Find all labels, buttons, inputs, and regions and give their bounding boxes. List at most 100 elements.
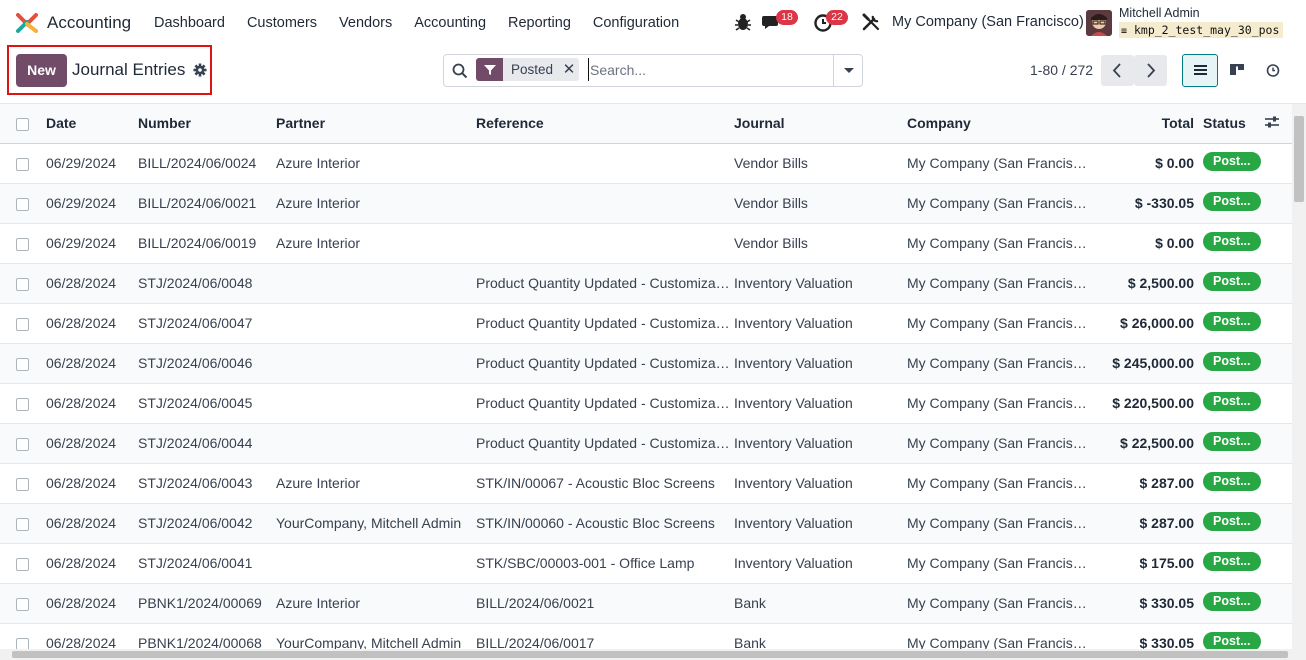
app-name[interactable]: Accounting xyxy=(47,13,131,33)
kanban-view-button[interactable] xyxy=(1219,54,1255,87)
menu-configuration[interactable]: Configuration xyxy=(582,0,690,46)
row-select-cell[interactable] xyxy=(0,303,46,344)
company-switcher[interactable]: My Company (San Francisco) xyxy=(892,14,1084,30)
row-checkbox[interactable] xyxy=(16,437,29,451)
cell-total: $ 0.00 xyxy=(1087,223,1194,264)
list-view-button[interactable] xyxy=(1182,54,1218,87)
cell-empty xyxy=(1264,383,1292,424)
table-row[interactable]: 06/28/2024 PBNK1/2024/00068 YourCompany, M… xyxy=(0,623,1292,649)
row-select-cell[interactable] xyxy=(0,463,46,504)
header-date[interactable]: Date xyxy=(46,104,138,144)
header-status[interactable]: Status xyxy=(1194,104,1264,144)
header-partner[interactable]: Partner xyxy=(276,104,476,144)
row-select-cell[interactable] xyxy=(0,143,46,184)
cell-total: $ 330.05 xyxy=(1087,583,1194,624)
cell-company: My Company (San Francisco) xyxy=(907,263,1087,304)
menu-accounting[interactable]: Accounting xyxy=(403,0,497,46)
select-all-cell[interactable] xyxy=(0,104,46,144)
row-checkbox[interactable] xyxy=(16,197,29,211)
row-select-cell[interactable] xyxy=(0,383,46,424)
table-row[interactable]: 06/28/2024 STJ/2024/06/0044 Product Quanti… xyxy=(0,423,1292,464)
row-select-cell[interactable] xyxy=(0,423,46,464)
cell-status: Post... xyxy=(1194,583,1264,624)
journal-entries-list: Date Number Partner Reference Journal Co… xyxy=(0,104,1292,649)
row-checkbox[interactable] xyxy=(16,237,29,251)
header-company[interactable]: Company xyxy=(907,104,1087,144)
user-avatar[interactable] xyxy=(1086,10,1112,36)
header-number[interactable]: Number xyxy=(138,104,276,144)
pager-next-button[interactable] xyxy=(1134,55,1167,86)
status-badge: Post... xyxy=(1203,552,1261,571)
activity-view-button[interactable] xyxy=(1255,54,1291,87)
menu-vendors[interactable]: Vendors xyxy=(328,0,403,46)
status-badge: Post... xyxy=(1203,272,1261,291)
table-row[interactable]: 06/28/2024 STJ/2024/06/0045 Product Quanti… xyxy=(0,383,1292,424)
cell-partner: Azure Interior xyxy=(276,463,476,504)
header-reference[interactable]: Reference xyxy=(476,104,734,144)
select-all-checkbox[interactable] xyxy=(16,118,29,132)
cell-number: STJ/2024/06/0047 xyxy=(138,303,276,344)
row-checkbox[interactable] xyxy=(16,637,29,649)
table-row[interactable]: 06/29/2024 BILL/2024/06/0024 Azure Interio… xyxy=(0,143,1292,184)
menu-dashboard[interactable]: Dashboard xyxy=(143,0,236,46)
optional-columns-toggle[interactable] xyxy=(1264,104,1292,144)
header-journal[interactable]: Journal xyxy=(734,104,907,144)
row-select-cell[interactable] xyxy=(0,223,46,264)
row-select-cell[interactable] xyxy=(0,503,46,544)
status-badge: Post... xyxy=(1203,632,1261,649)
bug-icon[interactable] xyxy=(732,11,754,33)
row-select-cell[interactable] xyxy=(0,343,46,384)
row-checkbox[interactable] xyxy=(16,557,29,571)
facet-remove-icon[interactable]: ✕ xyxy=(559,58,579,81)
avatar-image xyxy=(1086,10,1112,36)
search-input[interactable] xyxy=(588,58,828,81)
row-select-cell[interactable] xyxy=(0,543,46,584)
search-icon[interactable] xyxy=(452,63,468,79)
table-row[interactable]: 06/28/2024 STJ/2024/06/0042 YourCompany, M… xyxy=(0,503,1292,544)
cell-total: $ 287.00 xyxy=(1087,503,1194,544)
cell-company: My Company (San Francisco) xyxy=(907,183,1087,224)
cell-partner: Azure Interior xyxy=(276,143,476,184)
table-row[interactable]: 06/28/2024 STJ/2024/06/0041 STK/SBC/00003-… xyxy=(0,543,1292,584)
table-row[interactable]: 06/28/2024 STJ/2024/06/0048 Product Quanti… xyxy=(0,263,1292,304)
new-button[interactable]: New xyxy=(16,54,67,87)
row-select-cell[interactable] xyxy=(0,183,46,224)
pager-previous-button[interactable] xyxy=(1101,55,1134,86)
cell-number: STJ/2024/06/0046 xyxy=(138,343,276,384)
vertical-scrollbar-thumb[interactable] xyxy=(1294,116,1304,202)
row-checkbox[interactable] xyxy=(16,357,29,371)
horizontal-scrollbar-thumb[interactable] xyxy=(12,651,1288,658)
table-row[interactable]: 06/28/2024 STJ/2024/06/0046 Product Quanti… xyxy=(0,343,1292,384)
user-name[interactable]: Mitchell Admin xyxy=(1119,6,1200,20)
table-row[interactable]: 06/28/2024 STJ/2024/06/0043 Azure Interior… xyxy=(0,463,1292,504)
cell-status: Post... xyxy=(1194,343,1264,384)
row-select-cell[interactable] xyxy=(0,623,46,649)
page-title[interactable]: Journal Entries xyxy=(72,60,185,80)
row-select-cell[interactable] xyxy=(0,583,46,624)
table-row[interactable]: 06/28/2024 PBNK1/2024/00069 Azure Interior… xyxy=(0,583,1292,624)
status-badge: Post... xyxy=(1203,432,1261,451)
row-checkbox[interactable] xyxy=(16,277,29,291)
gear-icon[interactable] xyxy=(193,63,207,77)
table-row[interactable]: 06/29/2024 BILL/2024/06/0019 Azure Interio… xyxy=(0,223,1292,264)
row-checkbox[interactable] xyxy=(16,597,29,611)
row-select-cell[interactable] xyxy=(0,263,46,304)
row-checkbox[interactable] xyxy=(16,477,29,491)
row-checkbox[interactable] xyxy=(16,317,29,331)
cell-reference: Product Quantity Updated - Customizable … xyxy=(476,263,734,304)
row-checkbox[interactable] xyxy=(16,517,29,531)
table-row[interactable]: 06/29/2024 BILL/2024/06/0021 Azure Interio… xyxy=(0,183,1292,224)
header-total[interactable]: Total xyxy=(1087,104,1194,144)
cell-company: My Company (San Francisco) xyxy=(907,383,1087,424)
accounting-app-icon[interactable] xyxy=(16,12,38,34)
table-row[interactable]: 06/28/2024 STJ/2024/06/0047 Product Quanti… xyxy=(0,303,1292,344)
search-options-toggle[interactable] xyxy=(833,54,863,87)
menu-customers[interactable]: Customers xyxy=(236,0,328,46)
row-checkbox[interactable] xyxy=(16,157,29,171)
search-facet-posted[interactable]: Posted ✕ xyxy=(476,58,580,81)
cell-reference: STK/IN/00067 - Acoustic Bloc Screens xyxy=(476,463,734,504)
menu-reporting[interactable]: Reporting xyxy=(497,0,582,46)
row-checkbox[interactable] xyxy=(16,397,29,411)
tools-icon[interactable] xyxy=(860,11,882,33)
pager-value[interactable]: 1-80 / 272 xyxy=(1030,62,1093,78)
